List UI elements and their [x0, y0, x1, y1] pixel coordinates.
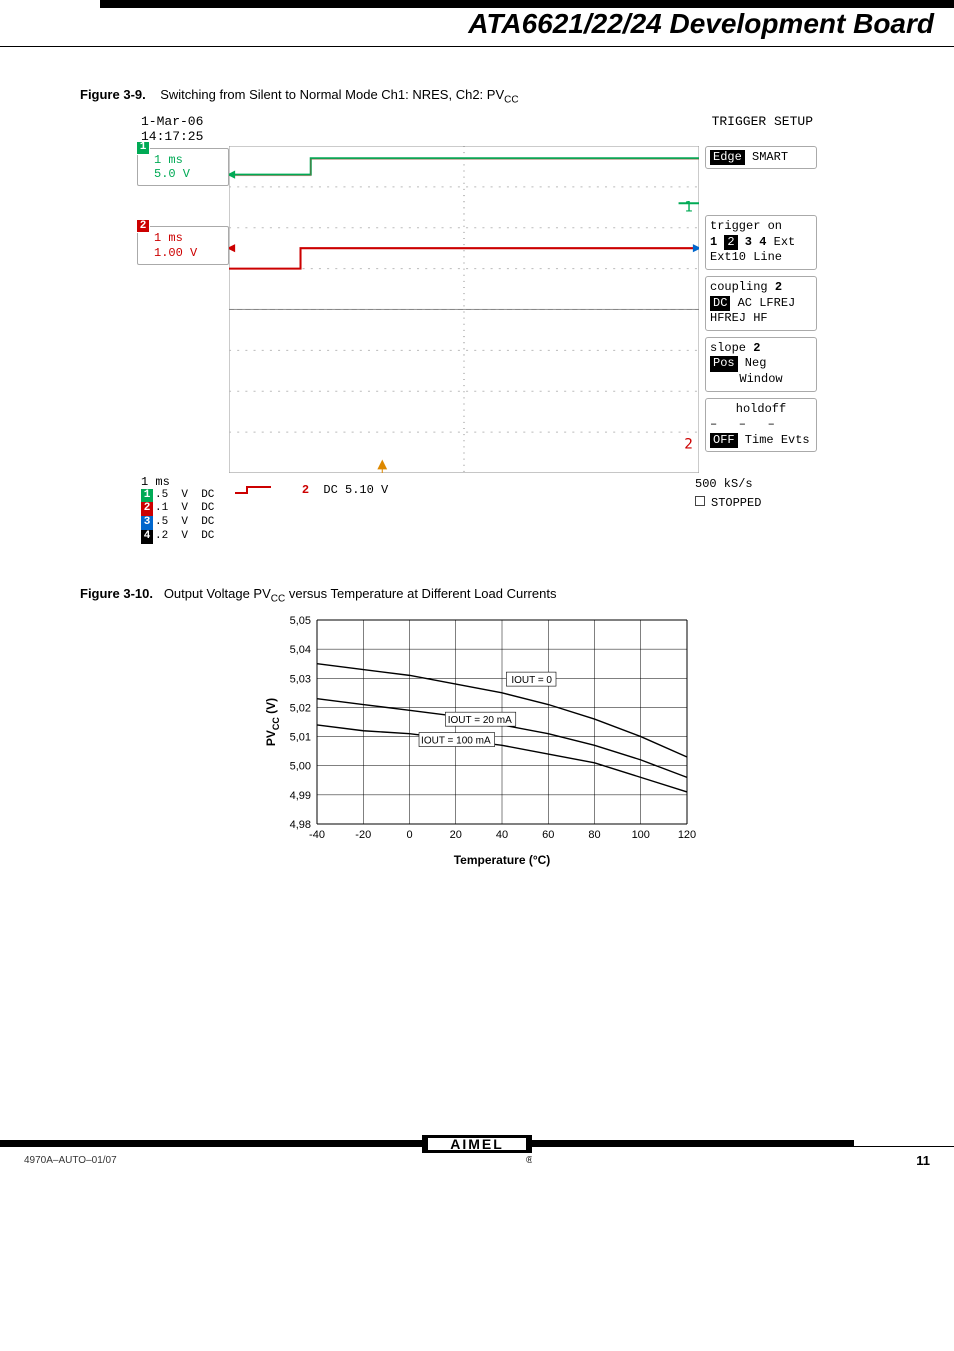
trigger-on-box: trigger on 1 2 3 4 Ext Ext10 Line	[705, 215, 817, 270]
holdoff-box: holdoff – – – OFF Time Evts	[705, 398, 817, 453]
svg-text:20: 20	[450, 829, 462, 841]
scope-waveform: 1 2	[229, 146, 699, 473]
coupling-box: coupling 2 DC AC LFREJ HFREJ HF	[705, 276, 817, 331]
svg-text:100: 100	[632, 829, 650, 841]
slope-box: slope 2 Pos Neg Window	[705, 337, 817, 392]
svg-text:60: 60	[542, 829, 554, 841]
fig10-label: Figure 3-10.	[80, 586, 153, 601]
fig9-sub: CC	[504, 95, 518, 106]
svg-text:IOUT = 100 mA: IOUT = 100 mA	[421, 736, 491, 747]
channel-settings: 1.5 V DC 2.1 V DC 3.5 V DC 4.2 V DC	[141, 489, 233, 544]
svg-text:80: 80	[588, 829, 600, 841]
scope-right-title: TRIGGER SETUP	[712, 114, 813, 144]
timebase: 1 ms	[141, 475, 233, 489]
svg-text:5,02: 5,02	[290, 703, 311, 715]
svg-text:1: 1	[684, 199, 693, 215]
svg-text:4,98: 4,98	[290, 819, 311, 831]
trigger-mode-box: Edge SMART	[705, 146, 817, 170]
top-accent-bar	[0, 0, 954, 8]
svg-text:-20: -20	[355, 829, 371, 841]
svg-text:AIMEL: AIMEL	[450, 1136, 504, 1152]
ch2-label: 2 1 ms 1.00 V	[137, 226, 229, 265]
fig9-text: Switching from Silent to Normal Mode Ch1…	[160, 87, 504, 102]
svg-text:2: 2	[684, 436, 693, 452]
svg-text:5,00: 5,00	[290, 761, 311, 773]
doc-ref: 4970A–AUTO–01/07	[24, 1155, 117, 1166]
pvcc-vs-temperature-chart: -40 -20 0 20 40 60 80 100 120 4,98 4,99 5,00 5,01 5,0…	[257, 610, 697, 870]
svg-text:IOUT = 0: IOUT = 0	[511, 675, 552, 686]
atmel-logo: AIMEL ®	[422, 1127, 532, 1167]
svg-text:Temperature (°C): Temperature (°C)	[454, 853, 551, 867]
page-title: ATA6621/22/24 Development Board	[468, 8, 934, 40]
figure-3-9-caption: Figure 3-9. Switching from Silent to Nor…	[80, 87, 914, 106]
svg-text:0: 0	[406, 829, 412, 841]
hr	[0, 46, 954, 47]
figure-3-10-caption: Figure 3-10. Output Voltage PVCC versus …	[80, 586, 914, 605]
svg-text:5,04: 5,04	[290, 644, 311, 656]
sample-rate: 500 kS/s	[695, 475, 813, 494]
svg-text:PVCC (V): PVCC (V)	[264, 698, 281, 746]
scope-time: 14:17:25	[141, 129, 203, 144]
svg-text:5,05: 5,05	[290, 615, 311, 627]
scope-screenshot: 1-Mar-06 14:17:25 TRIGGER SETUP 1 1 ms 5…	[137, 112, 817, 546]
svg-text:120: 120	[678, 829, 696, 841]
svg-text:5,03: 5,03	[290, 673, 311, 685]
svg-text:40: 40	[496, 829, 508, 841]
header: ATA6621/22/24 Development Board	[0, 8, 954, 46]
svg-text:5,01: 5,01	[290, 732, 311, 744]
scope-date: 1-Mar-06	[141, 114, 203, 129]
fig9-label: Figure 3-9.	[80, 87, 146, 102]
ch1-label: 1 1 ms 5.0 V	[137, 148, 229, 187]
page-number: 11	[916, 1153, 930, 1168]
run-state: STOPPED	[711, 496, 761, 510]
svg-text:-40: -40	[309, 829, 325, 841]
scope-grid: 1 2	[229, 146, 699, 473]
svg-text:®: ®	[526, 1155, 532, 1166]
svg-text:IOUT = 20 mA: IOUT = 20 mA	[448, 715, 512, 726]
svg-text:4,99: 4,99	[290, 790, 311, 802]
